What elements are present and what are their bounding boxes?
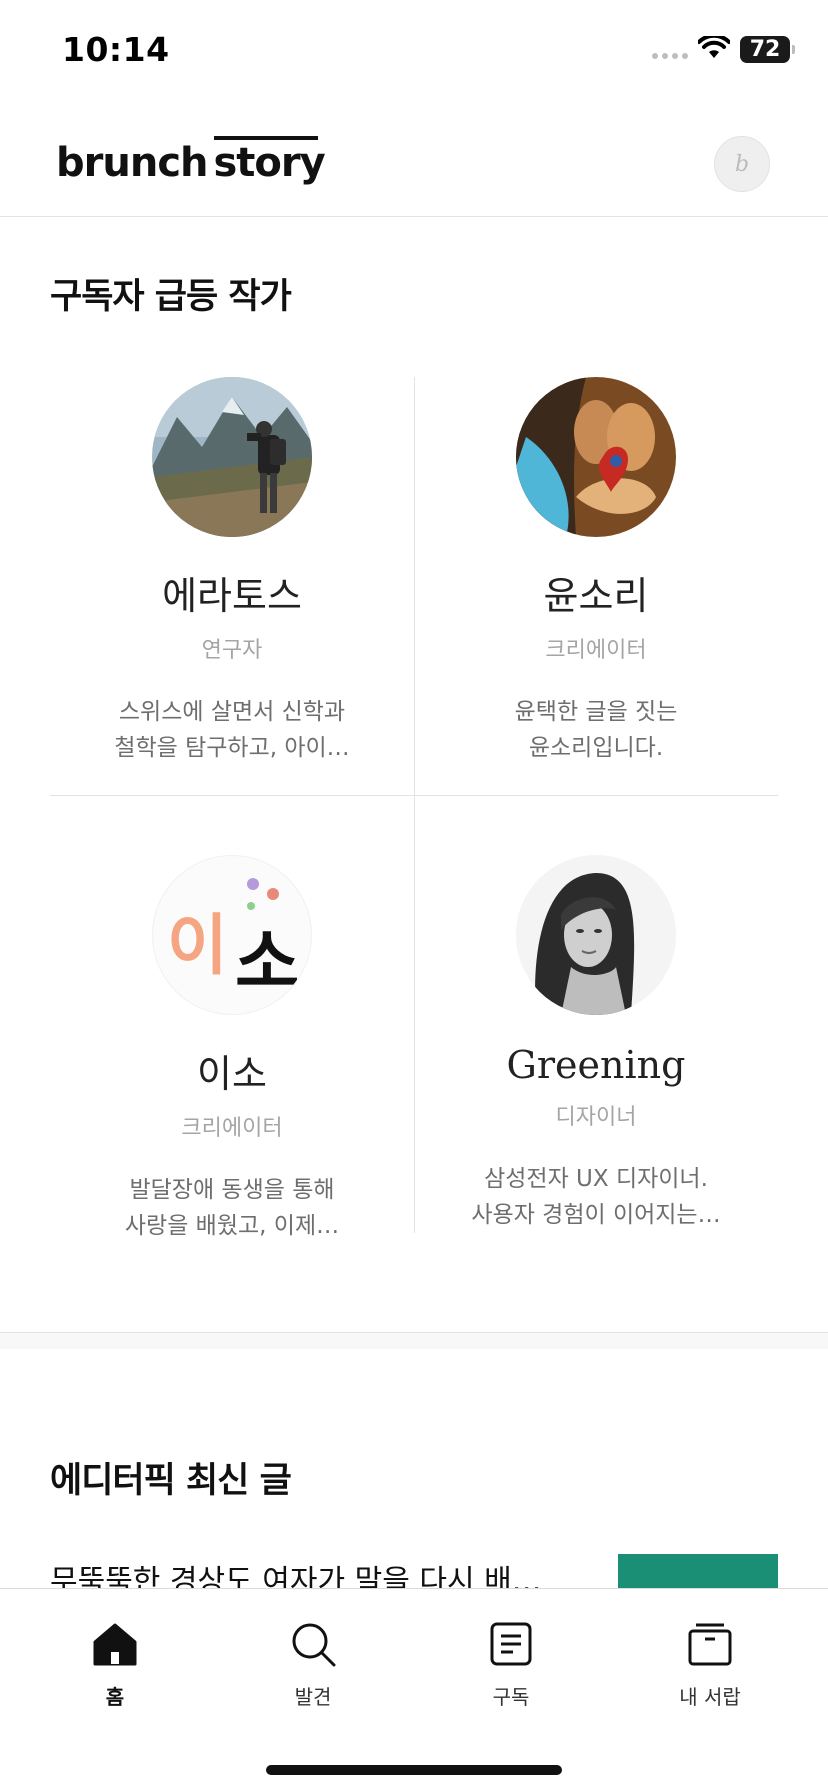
wifi-icon (698, 36, 730, 58)
article-thumbnail[interactable] (618, 1554, 778, 1588)
tab-discover[interactable]: 발견 (253, 1619, 373, 1710)
author-description-line: 삼성전자 UX 디자이너. (484, 1166, 708, 1192)
write-button[interactable]: b (714, 136, 770, 192)
grid-divider-horizontal (50, 795, 778, 796)
avatar-text-i: 이 (167, 907, 228, 984)
search-icon (292, 1623, 336, 1667)
author-name: 윤소리 (543, 574, 649, 618)
author-description: 발달장애 동생을 통해 사랑을 배웠고, 이제… (50, 1172, 414, 1244)
tab-label: 홈 (105, 1685, 125, 1709)
logo-story: story (213, 140, 326, 186)
author-description-line: 윤택한 글을 짓는 (514, 699, 678, 725)
author-avatar[interactable]: 이 소 (152, 855, 312, 1015)
author-description-line: 사용자 경험이 이어지는… (471, 1202, 721, 1228)
tab-subscribe[interactable]: 구독 (451, 1619, 571, 1710)
section-title-editor-pick: 에디터픽 최신 글 (50, 1461, 292, 1501)
author-description-line: 스위스에 살면서 신학과 (118, 699, 346, 725)
author-description: 삼성전자 UX 디자이너. 사용자 경험이 이어지는… (414, 1161, 778, 1233)
section-title-rising-authors: 구독자 급등 작가 (50, 277, 292, 317)
home-indicator[interactable] (266, 1765, 562, 1775)
tab-my-drawer[interactable]: 내 서랍 (650, 1619, 770, 1710)
logo-brunch: brunch (56, 140, 208, 186)
tab-label: 구독 (492, 1685, 530, 1709)
author-grid: 에라토스 연구자 스위스에 살면서 신학과 철학을 탐구하고, 아이… 윤소리 … (50, 377, 778, 1239)
status-time: 10:14 (62, 30, 170, 69)
author-role: 연구자 (201, 638, 263, 663)
author-description-line: 윤소리입니다. (528, 735, 664, 761)
author-description-line: 발달장애 동생을 통해 (129, 1177, 335, 1203)
author-avatar[interactable] (152, 377, 312, 537)
author-card-yunsori[interactable]: 윤소리 크리에이터 윤택한 글을 짓는 윤소리입니다. (414, 377, 778, 766)
cellular-signal-icon (652, 53, 688, 59)
battery-icon: 72 (740, 36, 795, 63)
tab-label: 발견 (294, 1685, 332, 1709)
author-card-greening[interactable]: Greening 디자이너 삼성전자 UX 디자이너. 사용자 경험이 이어지는… (414, 855, 778, 1233)
app-header: brunch story b (0, 100, 828, 217)
author-role: 크리에이터 (545, 638, 647, 663)
home-icon (93, 1623, 137, 1666)
section-divider (0, 1332, 828, 1349)
author-description-line: 철학을 탐구하고, 아이… (114, 735, 350, 761)
author-role: 크리에이터 (181, 1116, 283, 1141)
tab-bar: 홈 발견 구독 내 서랍 (0, 1588, 828, 1792)
tab-label: 내 서랍 (679, 1685, 741, 1709)
author-name: 에라토스 (162, 574, 302, 618)
author-description: 윤택한 글을 짓는 윤소리입니다. (414, 694, 778, 766)
author-description-line: 사랑을 배웠고, 이제… (124, 1213, 340, 1239)
avatar-text-so: 소 (235, 921, 299, 1003)
pen-icon: b (734, 151, 750, 177)
document-icon (490, 1622, 532, 1666)
author-card-eratos[interactable]: 에라토스 연구자 스위스에 살면서 신학과 철학을 탐구하고, 아이… (50, 377, 414, 766)
author-description: 스위스에 살면서 신학과 철학을 탐구하고, 아이… (50, 694, 414, 766)
author-card-iso[interactable]: 이 소 이소 크리에이터 발달장애 동생을 통해 사랑을 배웠고, 이제… (50, 855, 414, 1244)
author-name: 이소 (197, 1052, 267, 1096)
tab-home[interactable]: 홈 (55, 1619, 175, 1710)
author-avatar[interactable] (516, 377, 676, 537)
author-avatar[interactable] (516, 855, 676, 1015)
author-role: 디자이너 (555, 1105, 637, 1130)
drawer-icon (688, 1623, 732, 1666)
status-bar: 10:14 72 (0, 0, 828, 100)
brunch-story-logo[interactable]: brunch story (56, 140, 326, 186)
author-name: Greening (506, 1043, 686, 1087)
